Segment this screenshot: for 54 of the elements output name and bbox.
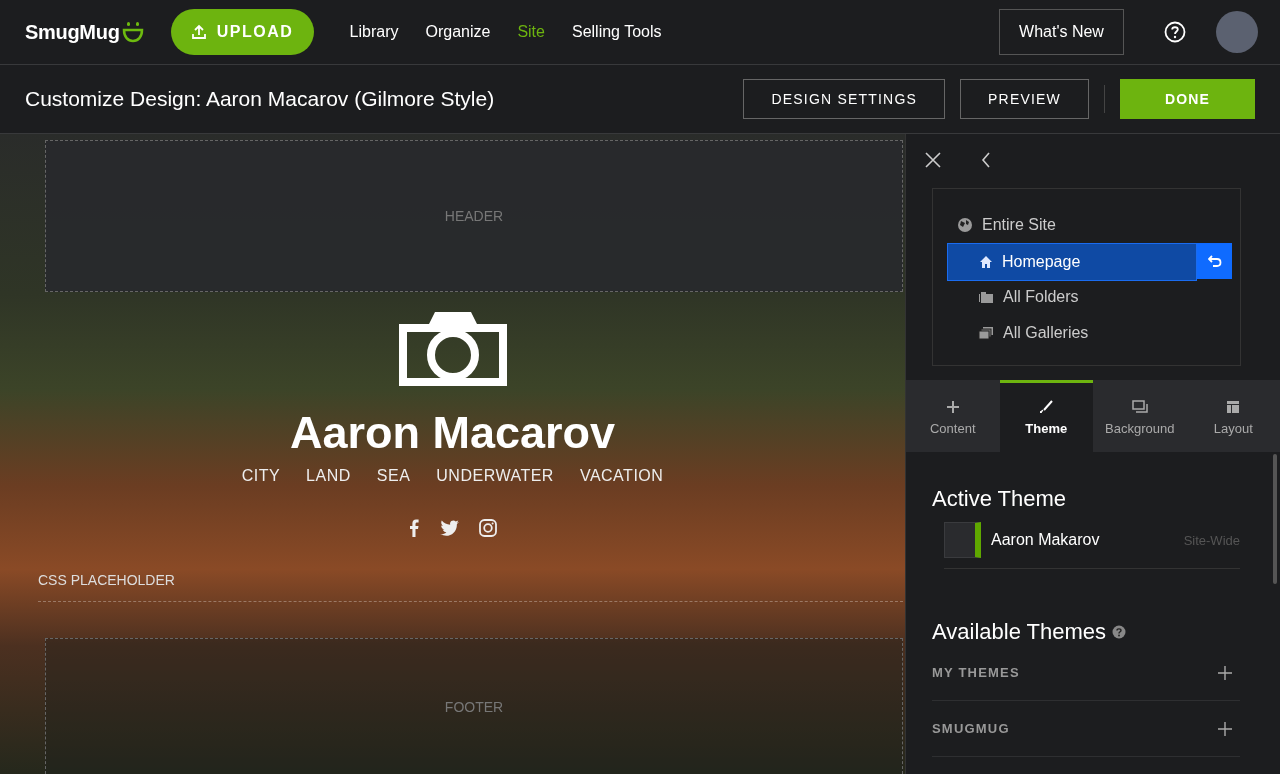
scope-item[interactable]: All Folders [947, 279, 1232, 315]
toolbar-button[interactable]: PREVIEW [960, 79, 1089, 119]
home-icon [979, 255, 993, 269]
close-icon[interactable] [925, 152, 941, 168]
site-menu-link[interactable]: LAND [306, 467, 351, 485]
undo-arrow-icon [1207, 255, 1222, 267]
avatar[interactable] [1216, 11, 1258, 53]
zone-label: FOOTER [444, 698, 504, 715]
panel-tab[interactable]: Background [1093, 380, 1187, 452]
theme-group-label[interactable]: MY THEMES [932, 665, 1020, 680]
twitter-icon[interactable] [438, 520, 459, 536]
site-menu-link[interactable]: SEA [376, 467, 411, 485]
plus-icon [945, 399, 960, 414]
theme-scope-label: Site-Wide [1183, 532, 1240, 548]
brush-icon [1039, 399, 1054, 414]
panel-tab[interactable]: Content [906, 380, 1000, 452]
scope-item[interactable]: All Galleries [947, 315, 1232, 351]
site-name: Aaron Macarov [289, 407, 616, 459]
folder-icon [978, 290, 994, 304]
theme-group-label[interactable]: SMUGMUG [932, 721, 1010, 736]
panel-tab[interactable]: Layout [1186, 380, 1280, 452]
nav-link[interactable]: Site [517, 23, 545, 41]
css-placeholder-label: CSS PLACEHOLDER [38, 572, 175, 588]
page-title: Customize Design: Aaron Macarov (Gilmore Style) [25, 87, 495, 111]
revert-button[interactable] [1197, 243, 1232, 279]
stacked-squares-icon [1131, 399, 1148, 414]
plus-icon[interactable] [1218, 721, 1232, 736]
nav-link[interactable]: Library [349, 23, 399, 41]
plus-icon[interactable] [1218, 665, 1232, 680]
gallery-icon [978, 326, 994, 340]
instagram-icon[interactable] [478, 519, 497, 537]
site-menu-link[interactable]: UNDERWATER [436, 467, 554, 485]
logo-text[interactable]: SmugMug [25, 20, 120, 44]
zone-label: HEADER [444, 208, 504, 224]
upload-icon [190, 24, 207, 40]
layout-icon [1226, 399, 1241, 414]
whats-new-button[interactable]: What's New [999, 9, 1124, 55]
toolbar-button[interactable]: DESIGN SETTINGS [743, 79, 946, 119]
site-menu-link[interactable]: CITY [241, 467, 281, 485]
scope-item[interactable]: Entire Site [947, 207, 1240, 243]
help-icon[interactable] [1164, 21, 1186, 43]
globe-icon [957, 217, 973, 233]
site-menu-link[interactable]: VACATION [579, 467, 664, 485]
section-heading: Available Themes [932, 619, 1107, 645]
smiley-logo-icon [121, 21, 144, 43]
panel-tab[interactable]: Theme [999, 380, 1093, 452]
theme-name[interactable]: Aaron Makarov [991, 531, 1100, 549]
facebook-icon[interactable] [408, 519, 419, 537]
scope-item[interactable]: Homepage [947, 243, 1197, 281]
nav-link[interactable]: Organize [425, 23, 491, 41]
theme-swatch [944, 522, 981, 558]
nav-link[interactable]: Selling Tools [571, 23, 662, 41]
back-chevron-icon[interactable] [981, 152, 991, 168]
section-heading: Active Theme [932, 486, 1068, 512]
